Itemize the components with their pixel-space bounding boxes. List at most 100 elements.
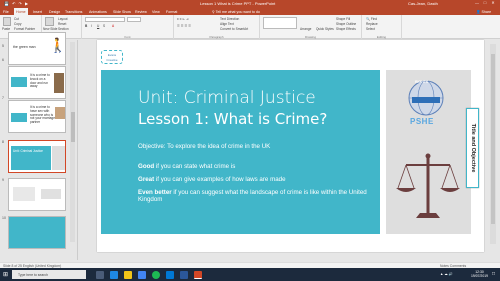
- section-button[interactable]: Section: [58, 27, 69, 31]
- paste-icon[interactable]: [3, 17, 11, 26]
- thumb-text: It is a crime to have sex with someone w…: [30, 105, 55, 125]
- notifications-icon[interactable]: □: [492, 271, 495, 277]
- paste-button[interactable]: Paste: [2, 27, 10, 31]
- underline-button[interactable]: U: [97, 24, 99, 28]
- share-button[interactable]: 👤 Share: [476, 10, 491, 14]
- replace-button[interactable]: Replace: [366, 22, 378, 26]
- quick-styles-button[interactable]: Quick Styles: [316, 27, 334, 31]
- paragraph-group: ≡ ≡ ⇤ ⇥ ☰ ☰ ☰ ☰ Text Direction Align Tex…: [174, 15, 260, 39]
- share-label: Share: [481, 9, 492, 14]
- clock[interactable]: 12:30 19/07/2019: [471, 270, 488, 278]
- search-box[interactable]: Type here to search: [12, 270, 86, 279]
- tab-slide-show[interactable]: Slide Show: [113, 10, 131, 14]
- tab-home[interactable]: Home: [14, 8, 28, 15]
- criteria-text: if you can suggest what the landscape of…: [138, 189, 367, 204]
- close-button[interactable]: ✕: [489, 0, 497, 5]
- green-man-icon: 🚶: [49, 37, 66, 53]
- tell-me-box[interactable]: ⚲ Tell me what you want to do: [212, 10, 260, 14]
- tab-transitions[interactable]: Transitions: [65, 10, 82, 14]
- layout-button[interactable]: Layout: [58, 17, 68, 21]
- font-color-button[interactable]: A: [112, 24, 114, 28]
- arrange-button[interactable]: Arrange: [300, 27, 311, 31]
- window-controls: — □ ✕: [473, 0, 497, 5]
- quick-access-toolbar[interactable]: 💾 ↶ ↷ ▶: [4, 1, 29, 6]
- tab-insert[interactable]: Insert: [33, 10, 42, 14]
- word-icon[interactable]: [180, 270, 188, 279]
- slide-scrollbar[interactable]: [490, 44, 496, 244]
- thumb-text: the green man: [13, 45, 36, 49]
- title-objective-tab[interactable]: Title and Objective: [466, 108, 479, 188]
- shape-effects-button[interactable]: Shape Effects: [336, 27, 356, 31]
- slide-thumbnail-10[interactable]: [8, 216, 66, 249]
- text-direction-button[interactable]: Text Direction: [220, 17, 239, 21]
- chrome-icon[interactable]: [138, 270, 146, 279]
- tab-review[interactable]: Review: [135, 10, 147, 14]
- thumb-side-image: [52, 146, 65, 170]
- criteria-great[interactable]: Great if you can give examples of how la…: [138, 176, 373, 183]
- powerpoint-icon[interactable]: [194, 270, 202, 279]
- edge-icon[interactable]: [110, 270, 118, 279]
- outlook-icon[interactable]: [166, 270, 174, 279]
- slide-thumbnail-6[interactable]: It is a crime to knock on a door and run…: [8, 66, 66, 99]
- slide-canvas[interactable]: Evans Creative Unit: Criminal Justice Le…: [97, 40, 484, 252]
- thumb-image: [11, 113, 27, 122]
- thumbnails-scrollbar[interactable]: [70, 42, 75, 242]
- font-name-select[interactable]: [85, 17, 125, 22]
- new-slide-icon[interactable]: [45, 17, 54, 26]
- format-painter-button[interactable]: Format Painter: [14, 27, 35, 31]
- task-view-icon[interactable]: [96, 270, 104, 279]
- tab-animations[interactable]: Animations: [89, 10, 107, 14]
- font-size-select[interactable]: [127, 17, 141, 22]
- slide-thumbnail-5[interactable]: the green man 🚶: [8, 32, 66, 65]
- convert-smartart-button[interactable]: Convert to SmartArt: [220, 27, 248, 31]
- user-name[interactable]: Cas-Jean, Dasth: [408, 1, 438, 6]
- shape-fill-button[interactable]: Shape Fill: [336, 17, 350, 21]
- thumb-number: 7: [2, 96, 4, 100]
- title-banner: Unit: Criminal Justice Lesson 1: What is…: [101, 70, 380, 234]
- tab-file[interactable]: File: [3, 10, 9, 14]
- slide-thumbnail-9[interactable]: [8, 178, 66, 211]
- copy-button[interactable]: Copy: [14, 22, 21, 26]
- slide-thumbnail-8[interactable]: Unit: Criminal Justice: [8, 140, 66, 173]
- paragraph-label: Paragraph: [209, 34, 224, 39]
- maximize-button[interactable]: □: [481, 0, 489, 5]
- shadow-button[interactable]: S: [103, 24, 105, 28]
- windows-start-icon[interactable]: ⊞: [3, 271, 8, 278]
- scroll-thumb[interactable]: [70, 112, 75, 142]
- find-button[interactable]: 🔍 Find: [366, 17, 377, 21]
- criteria-label: Good: [138, 163, 155, 170]
- system-tray-icons[interactable]: ▲ ☁ 🔊: [440, 272, 453, 276]
- lesson-title[interactable]: Lesson 1: What is Crime?: [138, 110, 327, 128]
- thumb-banner: Unit: Criminal Justice: [11, 146, 51, 170]
- unit-title[interactable]: Unit: Criminal Justice: [138, 88, 316, 108]
- scroll-thumb[interactable]: [491, 54, 495, 224]
- bullets-icon[interactable]: ≡ ≡ ⇤ ⇥: [177, 17, 189, 21]
- drawing-group: Arrange Quick Styles Shape Fill Shape Ou…: [260, 15, 362, 39]
- select-button[interactable]: Select: [366, 27, 375, 31]
- file-explorer-icon[interactable]: [124, 270, 132, 279]
- reset-button[interactable]: Reset: [58, 22, 66, 26]
- shapes-gallery[interactable]: [263, 17, 297, 29]
- logo-text: Evans Creative: [106, 53, 118, 62]
- pshe-label: PSHE: [410, 117, 434, 126]
- shape-outline-button[interactable]: Shape Outline: [336, 22, 356, 26]
- image-panel: RIGHTS PSHE: [386, 70, 471, 234]
- align-text-button[interactable]: Align Text: [220, 22, 234, 26]
- cut-button[interactable]: Cut: [14, 17, 19, 21]
- window-title: Lesson 1 What is Crime PPT - PowerPoint: [200, 1, 276, 6]
- tab-design[interactable]: Design: [49, 10, 60, 14]
- criteria-good[interactable]: Good if you can state what crime is: [138, 163, 373, 170]
- spotify-icon[interactable]: [152, 270, 160, 279]
- bold-button[interactable]: B: [85, 24, 87, 28]
- criteria-even-better[interactable]: Even better if you can suggest what the …: [138, 189, 373, 204]
- minimize-button[interactable]: —: [473, 0, 481, 5]
- objective-text[interactable]: Objective: To explore the idea of crime …: [138, 143, 270, 150]
- align-icon[interactable]: ☰ ☰ ☰ ☰: [177, 24, 191, 28]
- door-image: [54, 73, 64, 93]
- tab-format[interactable]: Format: [166, 10, 177, 14]
- drawing-label: Drawing: [304, 34, 316, 39]
- new-slide-button[interactable]: New Slide: [43, 27, 57, 31]
- tab-view[interactable]: View: [152, 10, 160, 14]
- slide-thumbnail-7[interactable]: It is a crime to have sex with someone w…: [8, 100, 66, 133]
- italic-button[interactable]: I: [91, 24, 92, 28]
